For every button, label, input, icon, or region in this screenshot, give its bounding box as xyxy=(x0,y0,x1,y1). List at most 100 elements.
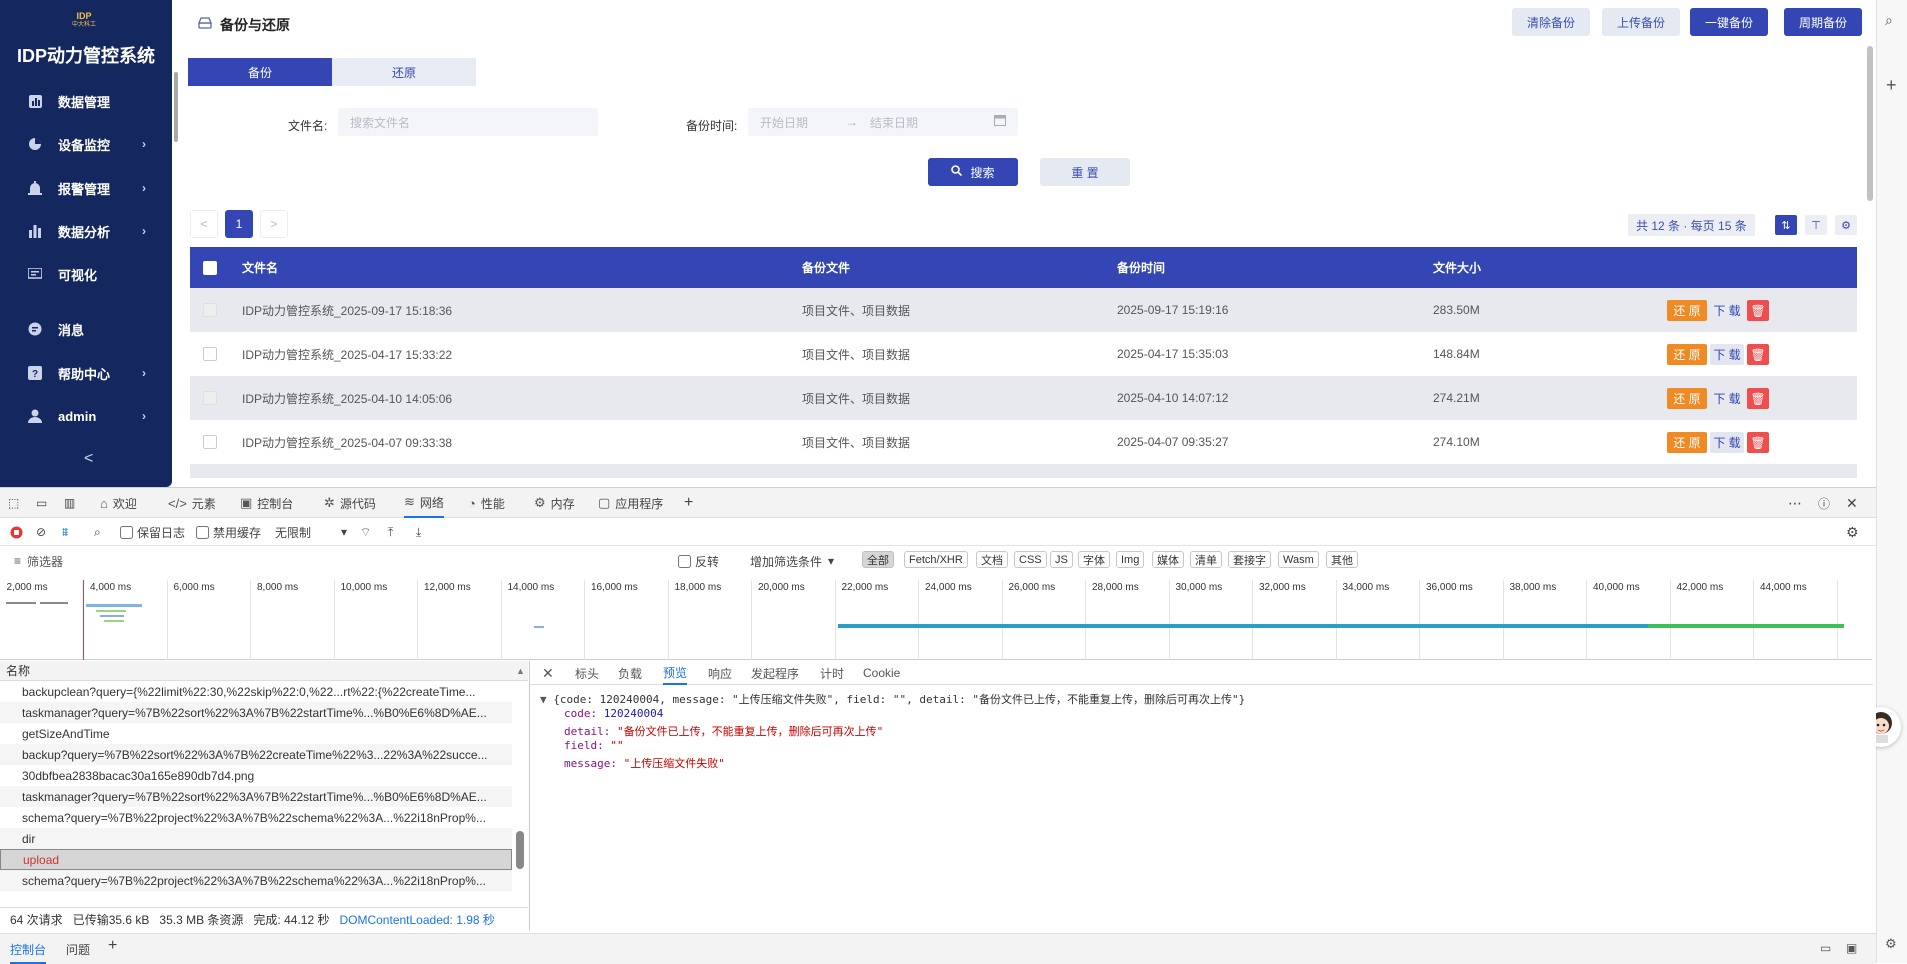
name-column-header[interactable]: 名称 ▲ xyxy=(0,661,528,681)
tab-headers[interactable]: 标头 xyxy=(575,661,599,685)
next-page-button[interactable]: > xyxy=(260,210,288,238)
row-checkbox[interactable] xyxy=(203,332,217,376)
periodic-backup-button[interactable]: 周期备份 xyxy=(1784,8,1862,36)
one-click-backup-button[interactable]: 一键备份 xyxy=(1690,8,1768,36)
delete-trash-icon[interactable]: 🗑 xyxy=(1747,432,1769,453)
restore-button[interactable]: 还 原 xyxy=(1667,432,1707,453)
tab-application[interactable]: ▢应用程序 xyxy=(598,488,663,518)
clear-backup-button[interactable]: 清除备份 xyxy=(1512,8,1590,36)
search-icon[interactable]: ⌕ xyxy=(1885,12,1893,29)
inspect-element-icon[interactable]: ⬚ xyxy=(8,488,19,518)
type-chip-css[interactable]: CSS xyxy=(1014,551,1047,568)
download-button[interactable]: 下 载 xyxy=(1710,432,1744,453)
page-1-button[interactable]: 1 xyxy=(225,210,253,238)
type-chip-manifest[interactable]: 清单 xyxy=(1190,551,1222,568)
tab-console[interactable]: ▣控制台 xyxy=(240,488,293,518)
more-filters-dropdown[interactable]: 增加筛选条件▾ xyxy=(750,546,834,576)
date-range-input[interactable]: 开始日期 → 结束日期 xyxy=(748,108,1018,136)
request-item[interactable]: backupclean?query={%22limit%22:30,%22ski… xyxy=(0,681,512,702)
dock-icon[interactable]: ▭ xyxy=(1820,941,1831,955)
request-item[interactable]: getSizeAndTime xyxy=(0,723,512,744)
nav-item-device-monitor[interactable]: 设备监控 › xyxy=(0,126,172,162)
request-item[interactable]: dir xyxy=(0,828,512,849)
type-chip-font[interactable]: 字体 xyxy=(1078,551,1110,568)
add-drawer-tab-icon[interactable]: + xyxy=(108,937,117,955)
row-checkbox[interactable] xyxy=(203,420,217,464)
add-tab-icon[interactable]: + xyxy=(684,488,693,518)
tab-response[interactable]: 响应 xyxy=(708,661,732,685)
import-icon[interactable]: ⤒ xyxy=(388,518,393,546)
request-item-selected[interactable]: upload xyxy=(0,849,512,870)
sidebar-collapse-icon[interactable]: < xyxy=(84,450,93,468)
json-root[interactable]: ▼ {code: 120240004, message: "上传压缩文件失败",… xyxy=(540,691,1245,707)
close-detail-icon[interactable]: ✕ xyxy=(542,661,554,685)
tab-backup[interactable]: 备份 xyxy=(188,58,332,86)
nav-item-visualization[interactable]: 可视化 xyxy=(0,256,172,292)
drawer-tab-console[interactable]: 控制台 xyxy=(10,941,46,964)
prev-page-button[interactable]: < xyxy=(190,210,218,238)
filter-icon[interactable]: ⩩ xyxy=(62,518,68,546)
gear-icon[interactable]: ⚙ xyxy=(1885,936,1897,952)
drawer-tab-issues[interactable]: 问题 xyxy=(66,941,90,958)
type-chip-img[interactable]: Img xyxy=(1116,551,1144,568)
type-chip-socket[interactable]: 套接字 xyxy=(1228,551,1271,568)
settings-gear-icon[interactable]: ⚙ xyxy=(1835,215,1857,235)
nav-item-help-center[interactable]: ? 帮助中心 › xyxy=(0,355,172,391)
disable-cache-checkbox[interactable]: 禁用缓存 xyxy=(196,518,261,546)
download-button[interactable]: 下 载 xyxy=(1710,388,1744,409)
tab-performance[interactable]: ◔性能 xyxy=(468,488,505,518)
reset-button[interactable]: 重 置 xyxy=(1040,158,1130,186)
restore-button[interactable]: 还 原 xyxy=(1667,344,1707,365)
close-drawer-icon[interactable]: ▣ xyxy=(1846,941,1857,955)
record-stop-icon[interactable] xyxy=(10,518,23,546)
tab-cookie[interactable]: Cookie xyxy=(863,661,900,685)
network-settings-gear-icon[interactable]: ⚙ xyxy=(1846,518,1859,546)
select-all-checkbox[interactable] xyxy=(203,247,217,288)
row-checkbox[interactable] xyxy=(203,376,217,420)
invert-checkbox[interactable]: 反转 xyxy=(678,546,719,576)
tab-payload[interactable]: 负载 xyxy=(618,661,642,685)
type-chip-all[interactable]: 全部 xyxy=(862,551,894,568)
add-icon[interactable]: + xyxy=(1886,75,1897,96)
tab-preview[interactable]: 预览 xyxy=(663,661,687,685)
type-chip-media[interactable]: 媒体 xyxy=(1152,551,1184,568)
sidebar-scrollbar[interactable] xyxy=(172,0,180,487)
clear-icon[interactable]: ⊘ xyxy=(36,518,46,546)
tab-sources[interactable]: ✲源代码 xyxy=(324,488,376,518)
type-chip-js[interactable]: JS xyxy=(1050,551,1073,568)
column-filter-icon[interactable]: ⊤ xyxy=(1805,215,1827,235)
tab-memory[interactable]: ⚙内存 xyxy=(534,488,575,518)
main-scrollbar[interactable] xyxy=(1866,46,1874,486)
tab-welcome[interactable]: ⌂欢迎 xyxy=(100,488,137,518)
upload-backup-button[interactable]: 上传备份 xyxy=(1602,8,1680,36)
row-checkbox[interactable] xyxy=(203,288,217,332)
request-item[interactable]: taskmanager?query=%7B%22sort%22%3A%7B%22… xyxy=(0,786,512,807)
nav-item-messages[interactable]: 消息 xyxy=(0,311,172,347)
network-timeline-overview[interactable]: 2,000 ms4,000 ms6,000 ms8,000 ms10,000 m… xyxy=(0,580,1872,660)
request-item[interactable]: backup?query=%7B%22sort%22%3A%7B%22creat… xyxy=(0,744,512,765)
tab-initiator[interactable]: 发起程序 xyxy=(751,661,799,685)
nav-item-data-analysis[interactable]: 数据分析 › xyxy=(0,213,172,249)
type-chip-wasm[interactable]: Wasm xyxy=(1278,551,1319,568)
nav-item-admin[interactable]: admin › xyxy=(0,398,172,434)
tab-elements[interactable]: </>元素 xyxy=(168,488,216,518)
preserve-log-checkbox[interactable]: 保留日志 xyxy=(120,518,185,546)
request-item[interactable]: schema?query=%7B%22project%22%3A%7B%22sc… xyxy=(0,807,512,828)
request-list-scrollbar[interactable] xyxy=(516,831,524,869)
download-button[interactable]: 下 载 xyxy=(1710,300,1744,321)
delete-trash-icon[interactable]: 🗑 xyxy=(1747,388,1769,409)
help-icon[interactable]: ⓘ xyxy=(1818,488,1830,518)
tab-timing[interactable]: 计时 xyxy=(820,661,844,685)
export-icon[interactable]: ⤓ xyxy=(416,518,421,546)
tab-restore[interactable]: 还原 xyxy=(332,58,476,86)
throttle-select[interactable]: 无限制▾ xyxy=(275,518,347,546)
search-icon[interactable]: ⌕ xyxy=(94,518,101,546)
restore-button[interactable]: 还 原 xyxy=(1667,300,1707,321)
nav-item-alarm-management[interactable]: 报警管理 › xyxy=(0,170,172,206)
request-item[interactable]: taskmanager?query=%7B%22sort%22%3A%7B%22… xyxy=(0,702,512,723)
sort-icon[interactable]: ⇅ xyxy=(1775,215,1797,235)
type-chip-other[interactable]: 其他 xyxy=(1326,551,1358,568)
download-button[interactable]: 下 载 xyxy=(1710,344,1744,365)
search-button[interactable]: 搜索 xyxy=(928,158,1018,186)
type-chip-fetch-xhr[interactable]: Fetch/XHR xyxy=(904,551,968,568)
